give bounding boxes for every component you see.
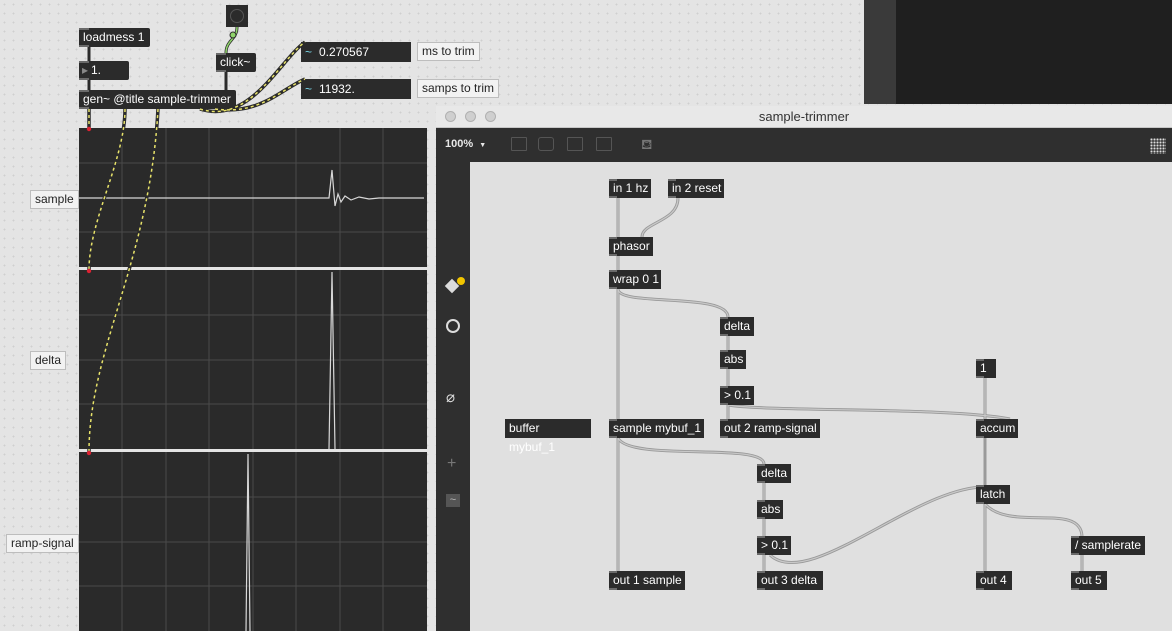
scope-label-delta: delta bbox=[30, 351, 67, 370]
gen-in1[interactable]: in 1 hz bbox=[609, 179, 651, 198]
gen-phasor[interactable]: phasor bbox=[609, 237, 653, 256]
ms-value: 0.270567 bbox=[319, 45, 370, 59]
scope-ramp-plot bbox=[79, 452, 427, 631]
zoom-value: 100% bbox=[445, 138, 474, 150]
gen-patcher-window[interactable]: sample-trimmer 100% ▼ ⛾ ⌀ + ~ in 1 hz in… bbox=[436, 106, 1172, 631]
gen-out3[interactable]: out 3 delta bbox=[757, 571, 823, 590]
gen-abs-1[interactable]: abs bbox=[720, 350, 746, 369]
gen-in2[interactable]: in 2 reset bbox=[668, 179, 724, 198]
scope-sample-plot bbox=[79, 128, 427, 267]
window-titlebar[interactable]: sample-trimmer bbox=[436, 106, 1172, 128]
number-value: 1. bbox=[91, 63, 102, 77]
window-title: sample-trimmer bbox=[758, 109, 850, 124]
gen-gt-2[interactable]: > 0.1 bbox=[757, 536, 791, 555]
gen-delta-2[interactable]: delta bbox=[757, 464, 791, 483]
toggle-ring-icon bbox=[230, 9, 244, 23]
scope-label-ramp-signal: ramp-signal bbox=[6, 534, 79, 553]
gen-one[interactable]: 1 bbox=[976, 359, 996, 378]
scope-sample[interactable] bbox=[79, 128, 427, 267]
gen-out4[interactable]: out 4 bbox=[976, 571, 1012, 590]
zoom-menu[interactable]: 100% ▼ bbox=[445, 138, 486, 150]
gen-wrap[interactable]: wrap 0 1 bbox=[609, 270, 661, 289]
gen-accum[interactable]: accum bbox=[976, 419, 1018, 438]
gen-latch[interactable]: latch bbox=[976, 485, 1010, 504]
comment-icon[interactable] bbox=[538, 137, 554, 151]
chevron-down-icon: ▼ bbox=[479, 142, 487, 149]
samps-label: samps to trim bbox=[417, 79, 500, 98]
gen-wires bbox=[616, 197, 1084, 571]
paint-bucket-icon[interactable]: ⛾ bbox=[641, 136, 652, 155]
signal-icon[interactable]: ~ bbox=[446, 494, 460, 507]
notification-dot-icon bbox=[457, 277, 465, 285]
grid-icon[interactable] bbox=[567, 137, 583, 151]
gen-gt-1[interactable]: > 0.1 bbox=[720, 386, 754, 405]
gen-delta-1[interactable]: delta bbox=[720, 317, 754, 336]
ms-label: ms to trim bbox=[417, 42, 480, 61]
background-window bbox=[864, 0, 1172, 104]
click-object[interactable]: click~ bbox=[216, 53, 256, 72]
minimize-window-button[interactable] bbox=[465, 111, 476, 122]
scope-ramp-signal[interactable] bbox=[79, 452, 427, 631]
samps-value: 11932. bbox=[319, 82, 355, 96]
presentation-icon[interactable] bbox=[511, 137, 527, 151]
scope-delta-plot bbox=[79, 270, 427, 449]
scope-delta[interactable] bbox=[79, 270, 427, 449]
samps-number-box[interactable]: ~ 11932. bbox=[301, 79, 411, 99]
toggle-button[interactable] bbox=[226, 5, 248, 27]
gen-out2[interactable]: out 2 ramp-signal bbox=[720, 419, 820, 438]
add-icon[interactable]: + bbox=[447, 455, 456, 473]
gen-out5[interactable]: out 5 bbox=[1071, 571, 1107, 590]
gen-buffer[interactable]: buffer mybuf_1 bbox=[505, 419, 591, 454]
gen-abs-2[interactable]: abs bbox=[757, 500, 783, 519]
gen-object[interactable]: gen~ @title sample-trimmer bbox=[79, 90, 236, 109]
target-icon[interactable] bbox=[446, 319, 460, 333]
paperclip-icon[interactable]: ⌀ bbox=[446, 388, 455, 406]
gen-out1[interactable]: out 1 sample bbox=[609, 571, 685, 590]
codebox-icon[interactable] bbox=[596, 137, 612, 151]
signal-icon: ~ bbox=[305, 45, 313, 59]
ms-number-box[interactable]: ~ 0.270567 bbox=[301, 42, 411, 62]
number-arrow-icon: ▸ bbox=[82, 63, 89, 77]
zoom-window-button[interactable] bbox=[485, 111, 496, 122]
close-window-button[interactable] bbox=[445, 111, 456, 122]
patcher-toolbar: 100% ▼ ⛾ bbox=[436, 128, 1172, 162]
signal-icon: ~ bbox=[305, 82, 313, 96]
scope-label-sample: sample bbox=[30, 190, 79, 209]
loadmess-object[interactable]: loadmess 1 bbox=[79, 28, 150, 47]
gen-canvas[interactable]: in 1 hz in 2 reset phasor wrap 0 1 delta… bbox=[470, 162, 1172, 631]
grid-dots-icon[interactable] bbox=[1150, 138, 1166, 154]
gen-samplerate[interactable]: / samplerate bbox=[1071, 536, 1145, 555]
number-box[interactable]: ▸ 1. bbox=[79, 61, 129, 80]
left-sidebar: ⌀ + ~ bbox=[436, 162, 470, 631]
gen-sample[interactable]: sample mybuf_1 bbox=[609, 419, 704, 438]
